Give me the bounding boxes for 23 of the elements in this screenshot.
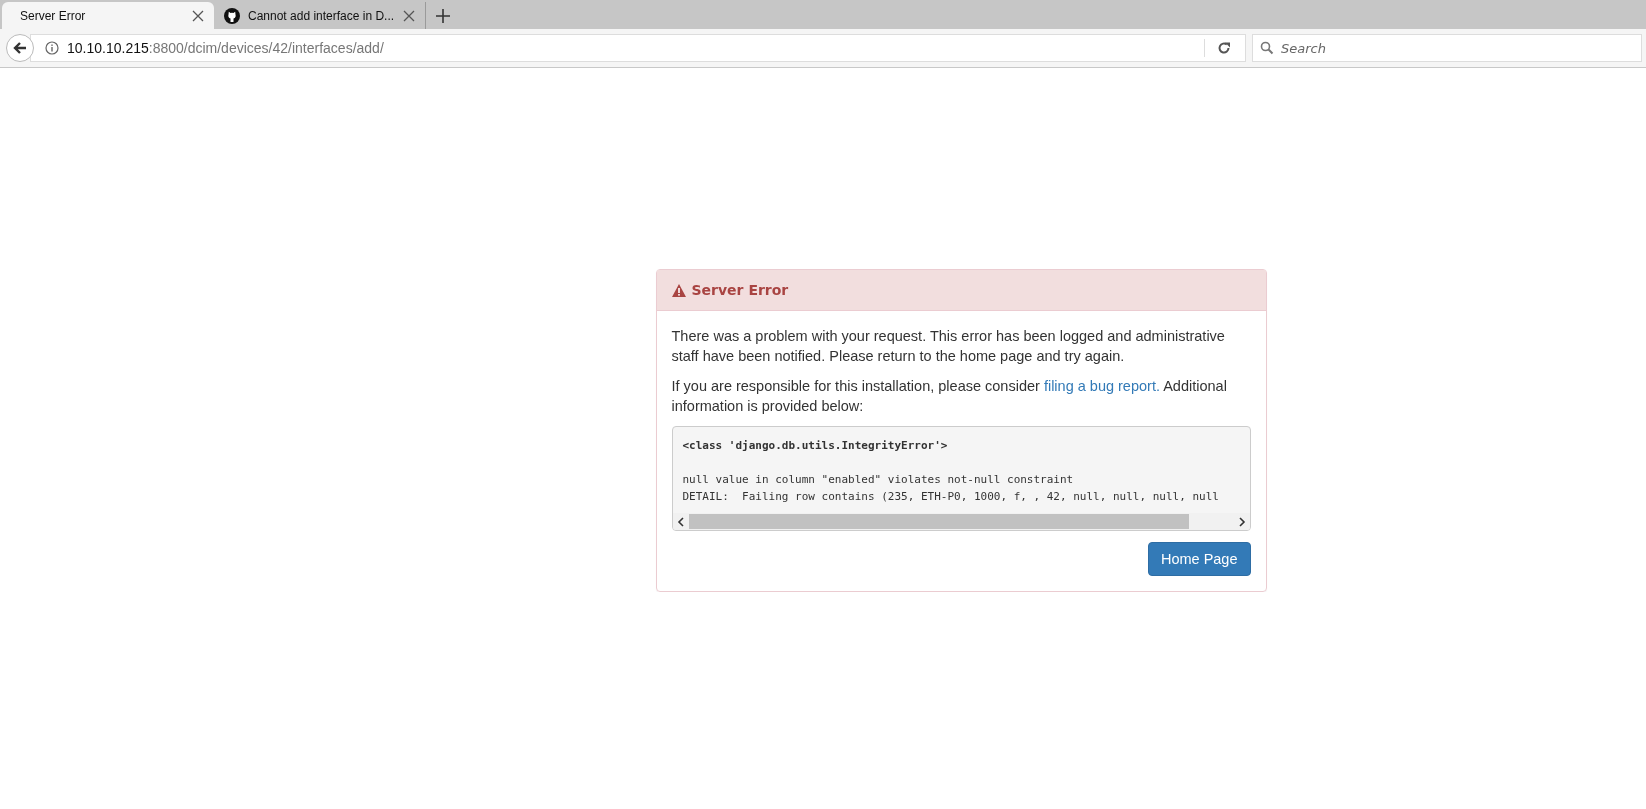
reload-icon[interactable] [1217, 41, 1231, 55]
code-line: <class 'django.db.utils.IntegrityError'> [682, 438, 949, 454]
code-line: null value in column "enabled" violates not-null constraint [682, 472, 1075, 488]
cat-logo-icon [224, 7, 240, 24]
info-icon[interactable] [45, 41, 59, 55]
error-message: There was a problem with your request. This error has been logged and administrative staff have been notified. Please return to the home page and try again. [671, 327, 1226, 366]
url-text: 10.10.10.215:8800/dcim/devices/42/interfaces/add/ [67, 40, 385, 56]
panel-title: Server Error [691, 282, 789, 298]
warning-icon [671, 283, 686, 297]
search-field[interactable]: Search [1252, 34, 1642, 62]
code-line: DETAIL: Failing row contains (235, ETH-P0, 1000, f, , 42, null, null, null, null [682, 489, 1220, 505]
help-text: If you are responsible for this installation, please consider filing a bug report. Additional information is provided below: [671, 377, 1228, 416]
horizontal-scrollbar[interactable] [672, 513, 1250, 530]
home-page-button[interactable]: Home Page [1147, 542, 1251, 576]
scrollbar-thumb[interactable] [688, 514, 1189, 529]
back-arrow-icon [12, 40, 28, 56]
new-tab-icon[interactable] [436, 8, 450, 23]
close-icon[interactable] [192, 9, 204, 22]
back-button[interactable] [6, 34, 34, 62]
close-icon[interactable] [403, 9, 415, 22]
address-bar[interactable]: 10.10.10.215:8800/dcim/devices/42/interfaces/add/ [30, 34, 1246, 62]
bug-report-link[interactable]: filing a bug report. [1043, 378, 1160, 394]
browser-tab[interactable]: Server Error [2, 2, 214, 29]
